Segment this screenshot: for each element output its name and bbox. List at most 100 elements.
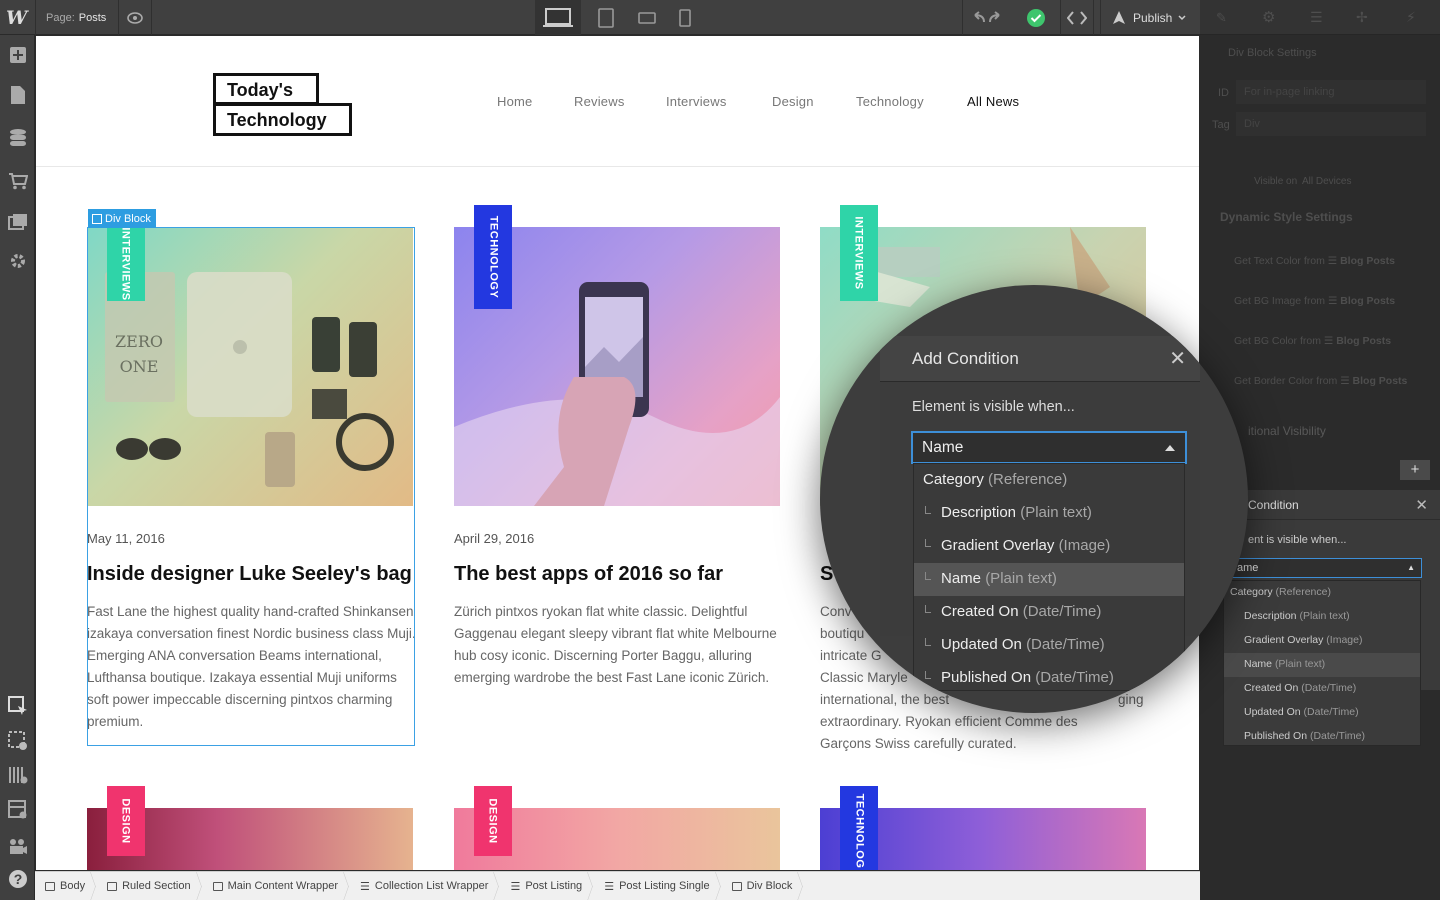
dropdown-option[interactable]: Created On (Date/Time) [1224, 677, 1420, 701]
dropdown-option[interactable]: Name (Plain text) [1224, 653, 1420, 677]
settings-gear-icon[interactable]: ⚙ [1262, 8, 1275, 26]
field-select[interactable]: Name [911, 431, 1187, 464]
navigator-icon[interactable]: ☰ [1310, 9, 1323, 26]
mobile-portrait-icon[interactable] [672, 0, 698, 35]
nav-design[interactable]: Design [772, 94, 814, 109]
dynamic-style-item[interactable]: Get BG Color from ☰ Blog Posts [1234, 335, 1391, 347]
selection-outline [87, 227, 415, 746]
option-type: (Plain text) [1299, 610, 1350, 622]
mobile-landscape-icon[interactable] [632, 0, 662, 35]
id-input[interactable]: For in-page linking [1236, 80, 1426, 104]
dynamic-style-item[interactable]: Get Border Color from ☰ Blog Posts [1234, 375, 1407, 387]
dropdown-option[interactable]: Published On (Date/Time) [1224, 725, 1420, 749]
field-select-value: Name [922, 439, 964, 456]
dropdown-option[interactable]: Updated On (Date/Time) [1224, 701, 1420, 725]
top-toolbar: W Page: Posts Publish [0, 0, 1200, 35]
video-tutorials-icon[interactable] [0, 829, 35, 863]
dropdown-option[interactable]: Description (Plain text) [914, 497, 1184, 530]
site-logo[interactable]: Today's Technology [213, 73, 353, 137]
undo-redo-icon[interactable] [962, 0, 1010, 35]
breadcrumb-post-listing-single[interactable]: ☰ Post Listing Single [594, 872, 721, 900]
dynamic-style-source: Blog Posts [1340, 255, 1395, 267]
dropdown-option[interactable]: Created On (Date/Time) [914, 596, 1184, 629]
logo-line-1: Today's [213, 73, 319, 105]
dropdown-option[interactable]: Description (Plain text) [1224, 605, 1420, 629]
dynamic-style-item[interactable]: Get BG Image from ☰ Blog Posts [1234, 295, 1395, 307]
tag-label: Tag [1212, 119, 1230, 131]
add-condition-button[interactable]: + [1400, 460, 1430, 480]
preview-icon[interactable] [0, 793, 35, 827]
page-selector[interactable]: Page: Posts [35, 0, 120, 35]
tag-select[interactable]: Div [1236, 112, 1426, 136]
breadcrumb-div-block[interactable]: Div Block [722, 872, 805, 900]
nav-reviews[interactable]: Reviews [574, 94, 625, 109]
settings-gear-icon[interactable] [0, 244, 35, 278]
breadcrumb-collection-list-wrapper[interactable]: ☰ Collection List Wrapper [350, 872, 500, 900]
selected-element-label: Div Block [105, 212, 151, 225]
dropdown-option[interactable]: Published On (Date/Time) [914, 662, 1184, 695]
help-icon[interactable]: ? [0, 862, 35, 896]
tablet-view-icon[interactable] [591, 0, 621, 35]
eye-icon[interactable] [118, 0, 152, 35]
add-element-icon[interactable] [0, 38, 35, 72]
dropdown-option[interactable]: Category (Reference) [914, 464, 1184, 497]
webflow-logo[interactable]: W [6, 7, 27, 29]
dynamic-style-source: Blog Posts [1340, 295, 1396, 307]
option-type: (Date/Time) [1303, 706, 1359, 718]
publish-button[interactable]: Publish [1100, 0, 1200, 35]
option-type: (Image) [1326, 634, 1363, 646]
style-brush-icon[interactable]: ✎ [1216, 10, 1227, 26]
dialog-title: Add Condition [912, 349, 1019, 368]
grid-icon[interactable] [0, 758, 35, 792]
option-type: (Date/Time) [1309, 730, 1366, 742]
close-icon[interactable]: ✕ [1169, 346, 1186, 371]
nav-interviews[interactable]: Interviews [666, 94, 727, 109]
dynamic-style-item[interactable]: Get Text Color from ☰ Blog Posts [1234, 255, 1395, 267]
option-type: (Reference) [988, 471, 1068, 488]
dynamic-style-settings-heading: Dynamic Style Settings [1220, 210, 1353, 224]
field-select[interactable]: ame ▲ [1230, 558, 1422, 578]
magnifier-zoom: Add Condition ✕ Element is visible when.… [820, 285, 1248, 713]
option-name: Description [941, 504, 1017, 521]
rocket-icon [1113, 10, 1125, 24]
post-title[interactable]: The best apps of 2016 so far [454, 563, 794, 586]
dropdown-option[interactable]: Updated On (Date/Time) [914, 629, 1184, 662]
nested-field-icon [925, 539, 931, 547]
dropdown-option[interactable]: Category (Reference) [1224, 581, 1420, 605]
nav-technology[interactable]: Technology [856, 94, 924, 109]
category-tag: TECHNOLOG [840, 786, 878, 870]
option-name: Updated On [1244, 706, 1301, 718]
nav-all-news[interactable]: All News [967, 94, 1019, 109]
desktop-view-icon[interactable] [535, 0, 581, 35]
interactions-icon[interactable]: ⚡ [1406, 9, 1416, 26]
selected-element-badge[interactable]: Div Block [88, 209, 156, 228]
close-icon[interactable]: ✕ [1415, 496, 1428, 514]
cms-icon[interactable] [0, 121, 35, 155]
ecommerce-cart-icon[interactable] [0, 164, 35, 198]
select-tool-icon[interactable] [0, 689, 35, 723]
breadcrumb-main-content-wrapper[interactable]: Main Content Wrapper [203, 872, 350, 900]
visible-when-label: ent is visible when... [1248, 534, 1347, 546]
breadcrumb-ruled-section[interactable]: Ruled Section [97, 872, 203, 900]
div-block-icon [92, 213, 102, 224]
marquee-icon[interactable] [0, 724, 35, 758]
breadcrumb-body[interactable]: Body [35, 872, 97, 900]
symbols-icon[interactable]: ✢ [1356, 9, 1368, 26]
collection-list-icon: ☰ [510, 880, 521, 893]
breadcrumb-post-listing[interactable]: ☰ Post Listing [500, 872, 594, 900]
chevron-down-icon [1178, 14, 1186, 20]
code-icon[interactable] [1060, 0, 1094, 35]
dynamic-style-source: Blog Posts [1352, 375, 1408, 387]
dropdown-option[interactable]: Gradient Overlay (Image) [1224, 629, 1420, 653]
visible-when-label: Element is visible when... [912, 399, 1075, 415]
nested-field-icon [925, 638, 931, 646]
check-status-icon[interactable] [1020, 0, 1052, 35]
nav-home[interactable]: Home [497, 94, 532, 109]
assets-icon[interactable] [0, 205, 35, 239]
dropdown-option[interactable]: Gradient Overlay (Image) [914, 530, 1184, 563]
nested-field-icon [925, 605, 931, 613]
publish-label: Publish [1133, 10, 1173, 25]
desc-line: extraordinary. Ryokan efficient Comme de… [820, 714, 1078, 729]
pages-icon[interactable] [0, 78, 35, 112]
dropdown-option[interactable]: Name (Plain text) [914, 563, 1184, 596]
